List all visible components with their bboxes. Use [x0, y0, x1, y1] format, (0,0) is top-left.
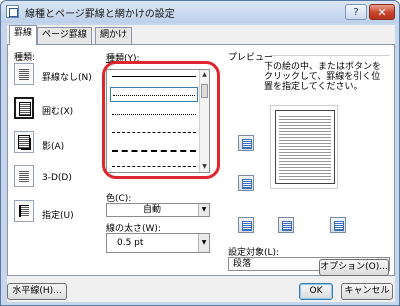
- right-border-button[interactable]: [330, 217, 346, 233]
- left-border-button[interactable]: [278, 217, 294, 233]
- preview-instructions: 下の絵の中、またはボタンを クリックして、罫線を引く位 置を指定してください。: [264, 62, 382, 92]
- title-bar: 線種とページ罫線と網かけの設定 ? ✕: [1, 1, 399, 23]
- highlight-ring: [102, 61, 220, 179]
- tab-panel-borders: 種類: 罫線なし(N) 囲む(X) 影(A) 3-D(D) 指定(U) 種類(Y…: [7, 44, 395, 276]
- setting-shadow-label[interactable]: 影(A): [42, 139, 64, 152]
- width-value: 0.5 pt: [117, 238, 144, 248]
- app-icon: [6, 5, 19, 18]
- tab-page-border[interactable]: ページ罫線: [37, 27, 92, 44]
- setting-3d-label[interactable]: 3-D(D): [42, 173, 72, 183]
- shadow-border-icon[interactable]: [14, 131, 34, 153]
- help-button[interactable]: ?: [345, 4, 367, 20]
- chevron-down-icon[interactable]: ▼: [198, 234, 209, 252]
- apply-to-value: 段落: [233, 259, 252, 269]
- window-title: 線種とページ罫線と網かけの設定: [25, 9, 175, 20]
- custom-border-icon[interactable]: [14, 200, 34, 222]
- tab-borders[interactable]: 罫線: [9, 25, 38, 45]
- box-border-icon[interactable]: [14, 97, 34, 119]
- setting-none-label[interactable]: 罫線なし(N): [42, 70, 92, 83]
- setting-box-label[interactable]: 囲む(X): [42, 104, 73, 117]
- cancel-button[interactable]: キャンセル: [341, 283, 393, 300]
- ok-button[interactable]: OK: [299, 283, 333, 300]
- no-border-icon[interactable]: [14, 63, 34, 85]
- setting-custom-label[interactable]: 指定(U): [42, 208, 74, 221]
- setting-label: 種類:: [14, 53, 36, 63]
- preview-page[interactable]: [270, 105, 338, 189]
- options-button[interactable]: オプション(O)...: [319, 259, 389, 276]
- inside-horizontal-border-button[interactable]: [238, 175, 254, 191]
- color-select[interactable]: 自動 ▼: [106, 203, 210, 217]
- top-border-button[interactable]: [238, 135, 254, 151]
- tab-shading[interactable]: 網かけ: [95, 27, 133, 44]
- horizontal-line-button[interactable]: 水平線(H)...: [7, 283, 67, 300]
- bottom-border-button[interactable]: [238, 217, 254, 233]
- dialog-window: 線種とページ罫線と網かけの設定 ? ✕ 罫線 ページ罫線 網かけ 種類: 罫線な…: [0, 0, 400, 306]
- chevron-down-icon[interactable]: ▼: [198, 204, 209, 216]
- color-value: 自動: [142, 205, 161, 215]
- close-button[interactable]: ✕: [369, 4, 395, 20]
- 3d-border-icon[interactable]: [14, 165, 34, 187]
- dialog-body: 罫線 ページ罫線 網かけ 種類: 罫線なし(N) 囲む(X) 影(A) 3-D(…: [7, 25, 395, 302]
- width-select[interactable]: 0.5 pt ▼: [106, 233, 210, 253]
